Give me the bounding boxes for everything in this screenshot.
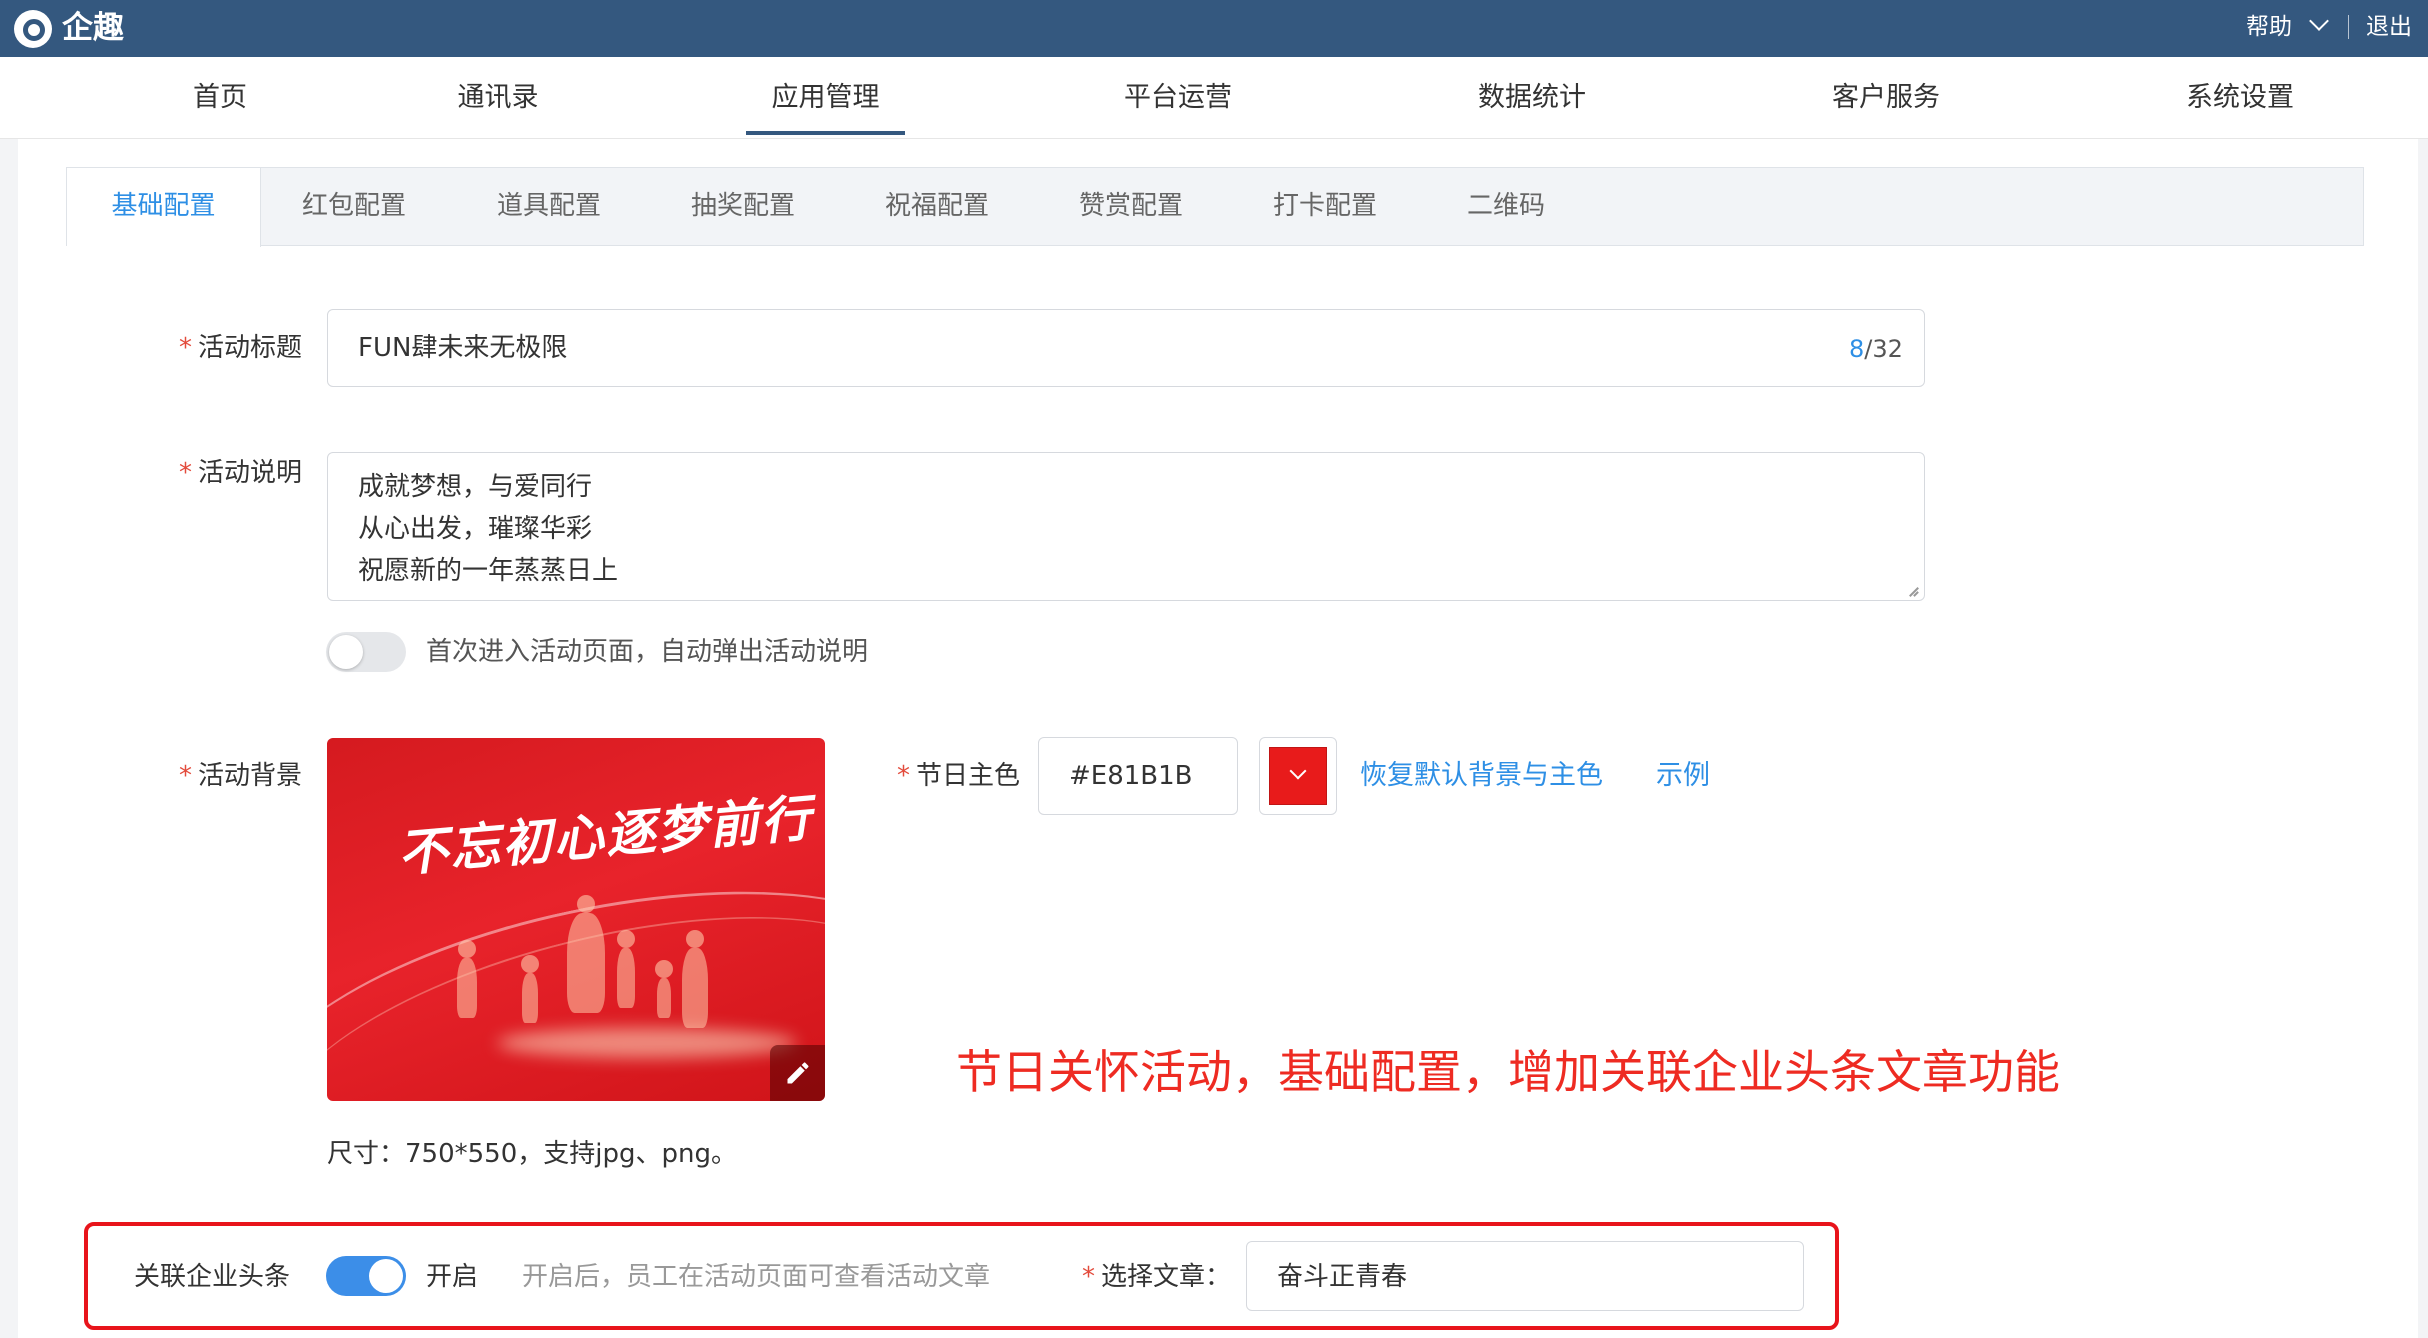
- resize-handle-icon[interactable]: [1906, 583, 1920, 597]
- app-name: 企趣: [62, 10, 124, 46]
- nav-active-indicator: [746, 131, 905, 135]
- tab-checkin-config[interactable]: 打卡配置: [1273, 168, 1377, 245]
- logo-icon: [14, 10, 52, 48]
- title-label: * 活动标题: [178, 333, 302, 363]
- highlight-box: [84, 1222, 1839, 1330]
- runner-figure: [567, 895, 605, 1013]
- nav-item-home[interactable]: 首页: [180, 57, 260, 138]
- runner-figure: [617, 930, 635, 1008]
- divider: [2348, 15, 2349, 39]
- logout-link[interactable]: 退出: [2366, 10, 2412, 44]
- nav-item-contacts[interactable]: 通讯录: [438, 57, 558, 138]
- background-image-preview[interactable]: 不忘初心逐梦前行: [327, 738, 825, 1101]
- runner-figure: [682, 930, 708, 1028]
- tab-lottery-config[interactable]: 抽奖配置: [691, 168, 795, 245]
- tab-tip-config[interactable]: 赞赏配置: [1079, 168, 1183, 245]
- auto-popup-label: 首次进入活动页面，自动弹出活动说明: [426, 637, 869, 667]
- chevron-down-icon: [1289, 762, 1307, 780]
- background-label: * 活动背景: [178, 761, 302, 791]
- theme-color-label: * 节日主色: [896, 761, 1020, 791]
- color-picker[interactable]: [1259, 737, 1337, 815]
- theme-color-value: #E81B1B: [1069, 761, 1193, 791]
- top-bar: 企趣 帮助 退出: [0, 0, 2428, 57]
- chevron-down-icon[interactable]: [2309, 11, 2329, 31]
- example-link[interactable]: 示例: [1656, 758, 1710, 794]
- pencil-icon: [787, 1062, 809, 1084]
- tab-props-config[interactable]: 道具配置: [497, 168, 601, 245]
- reset-background-link[interactable]: 恢复默认背景与主色: [1360, 758, 1603, 794]
- runner-figure: [457, 940, 477, 1018]
- annotation-note: 节日关怀活动，基础配置，增加关联企业头条文章功能: [956, 1045, 2060, 1099]
- auto-popup-toggle[interactable]: [326, 632, 406, 672]
- nav-item-platform-ops[interactable]: 平台运营: [1116, 57, 1240, 138]
- background-size-hint: 尺寸：750*550，支持jpg、png。: [327, 1139, 737, 1169]
- config-tabs: 基础配置 红包配置 道具配置 抽奖配置 祝福配置 赞赏配置 打卡配置 二维码: [66, 167, 2364, 247]
- tab-qrcode[interactable]: 二维码: [1467, 168, 1545, 245]
- nav-item-data-stats[interactable]: 数据统计: [1470, 57, 1594, 138]
- title-value: FUN肆未来无极限: [358, 333, 568, 363]
- main-nav: 首页 通讯录 应用管理 平台运营 数据统计 客户服务 系统设置: [0, 57, 2428, 139]
- background-slogan: 不忘初心逐梦前行: [395, 787, 816, 884]
- nav-item-system-settings[interactable]: 系统设置: [2178, 57, 2302, 138]
- description-text: 成就梦想，与爱同行 从心出发，璀璨华彩 祝愿新的一年蒸蒸日上: [358, 472, 619, 586]
- nav-item-customer-service[interactable]: 客户服务: [1824, 57, 1948, 138]
- runner-figure: [521, 955, 539, 1023]
- description-label: * 活动说明: [178, 458, 302, 488]
- help-menu[interactable]: 帮助: [2246, 10, 2292, 44]
- color-swatch[interactable]: [1269, 747, 1327, 805]
- title-char-counter: 8/32: [1849, 335, 1903, 363]
- nav-item-app-management[interactable]: 应用管理: [746, 57, 905, 138]
- tab-basic-config[interactable]: 基础配置: [67, 168, 261, 247]
- tab-blessing-config[interactable]: 祝福配置: [885, 168, 989, 245]
- edit-background-button[interactable]: [770, 1045, 825, 1101]
- runner-figure: [655, 960, 673, 1018]
- tab-red-packet-config[interactable]: 红包配置: [302, 168, 406, 245]
